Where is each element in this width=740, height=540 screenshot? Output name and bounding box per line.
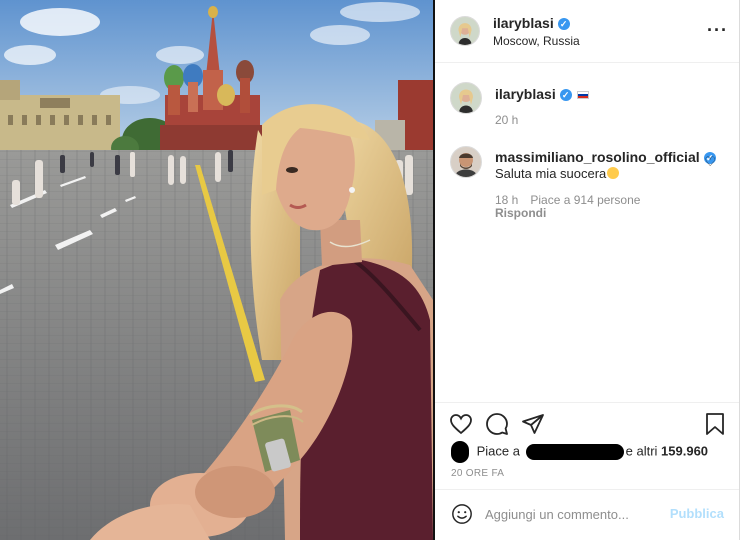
caption-time[interactable]: 20 h xyxy=(495,113,518,127)
redacted-avatar xyxy=(451,441,469,463)
caption-username-text[interactable]: ilaryblasi xyxy=(495,86,556,102)
heart-icon xyxy=(450,414,472,435)
avatar-image xyxy=(451,147,481,177)
share-button[interactable] xyxy=(521,412,545,436)
post-location[interactable]: Moscow, Russia xyxy=(493,34,580,48)
caption-username[interactable]: ilaryblasi ✓ xyxy=(495,86,589,102)
heart-outline-icon: ♡ xyxy=(704,154,716,169)
save-button[interactable] xyxy=(703,412,727,436)
comment-meta: 18 h Piace a 914 persone xyxy=(495,193,652,207)
avatar-image xyxy=(451,83,481,113)
author-username-text[interactable]: ilaryblasi xyxy=(493,15,554,31)
comment-text-content: Saluta mia suocera xyxy=(495,166,607,181)
commenter-username[interactable]: massimiliano_rosolino_official ✓ xyxy=(495,149,716,165)
comment-text: Saluta mia suocera xyxy=(495,166,620,181)
actions-divider xyxy=(435,402,740,403)
comment-input[interactable] xyxy=(485,503,665,525)
likes-prefix: Piace a xyxy=(476,443,520,459)
comment-button[interactable] xyxy=(485,412,509,436)
paper-plane-icon xyxy=(522,414,544,434)
more-horizontal-icon: ··· xyxy=(707,20,728,40)
verified-badge-icon: ✓ xyxy=(559,89,572,102)
author-avatar[interactable] xyxy=(450,16,480,46)
verified-badge-icon: ✓ xyxy=(557,18,570,31)
publish-button[interactable]: Pubblica xyxy=(670,506,724,521)
smiley-icon xyxy=(452,504,472,524)
more-options-button[interactable]: ··· xyxy=(707,20,728,41)
commenter-avatar[interactable] xyxy=(450,146,482,178)
russia-flag-icon xyxy=(576,91,589,100)
likes-summary: Piace a e altri 159.960 xyxy=(451,441,708,463)
comment-box-divider xyxy=(435,489,740,490)
likes-suffix: e altri xyxy=(625,443,658,459)
post-timestamp[interactable]: 20 ORE FA xyxy=(451,468,504,479)
emoji-picker-button[interactable] xyxy=(451,503,473,525)
post-image xyxy=(0,0,433,540)
bookmark-icon xyxy=(706,413,724,435)
instagram-post: ilaryblasi ✓ Moscow, Russia ··· ilaryblas… xyxy=(0,0,740,540)
comment-time[interactable]: 18 h xyxy=(495,193,518,207)
post-details-panel: ilaryblasi ✓ Moscow, Russia ··· ilaryblas… xyxy=(435,0,740,540)
comment-likes-count[interactable]: Piace a 914 persone xyxy=(530,193,640,207)
likes-count[interactable]: 159.960 xyxy=(661,443,708,458)
avatar-image xyxy=(451,17,479,45)
redacted-username xyxy=(525,444,624,460)
comment-like-button[interactable]: ♡ xyxy=(704,154,716,170)
like-button[interactable] xyxy=(449,412,473,436)
commenter-username-text[interactable]: massimiliano_rosolino_official xyxy=(495,149,700,165)
comment-bubble-icon xyxy=(486,413,508,435)
post-header: ilaryblasi ✓ Moscow, Russia ··· xyxy=(435,0,740,63)
reply-button[interactable]: Rispondi xyxy=(495,206,546,220)
caption-avatar[interactable] xyxy=(450,82,482,114)
smiling-face-emoji-icon xyxy=(607,167,620,179)
author-username[interactable]: ilaryblasi ✓ xyxy=(493,15,570,31)
post-photo[interactable] xyxy=(0,0,433,540)
